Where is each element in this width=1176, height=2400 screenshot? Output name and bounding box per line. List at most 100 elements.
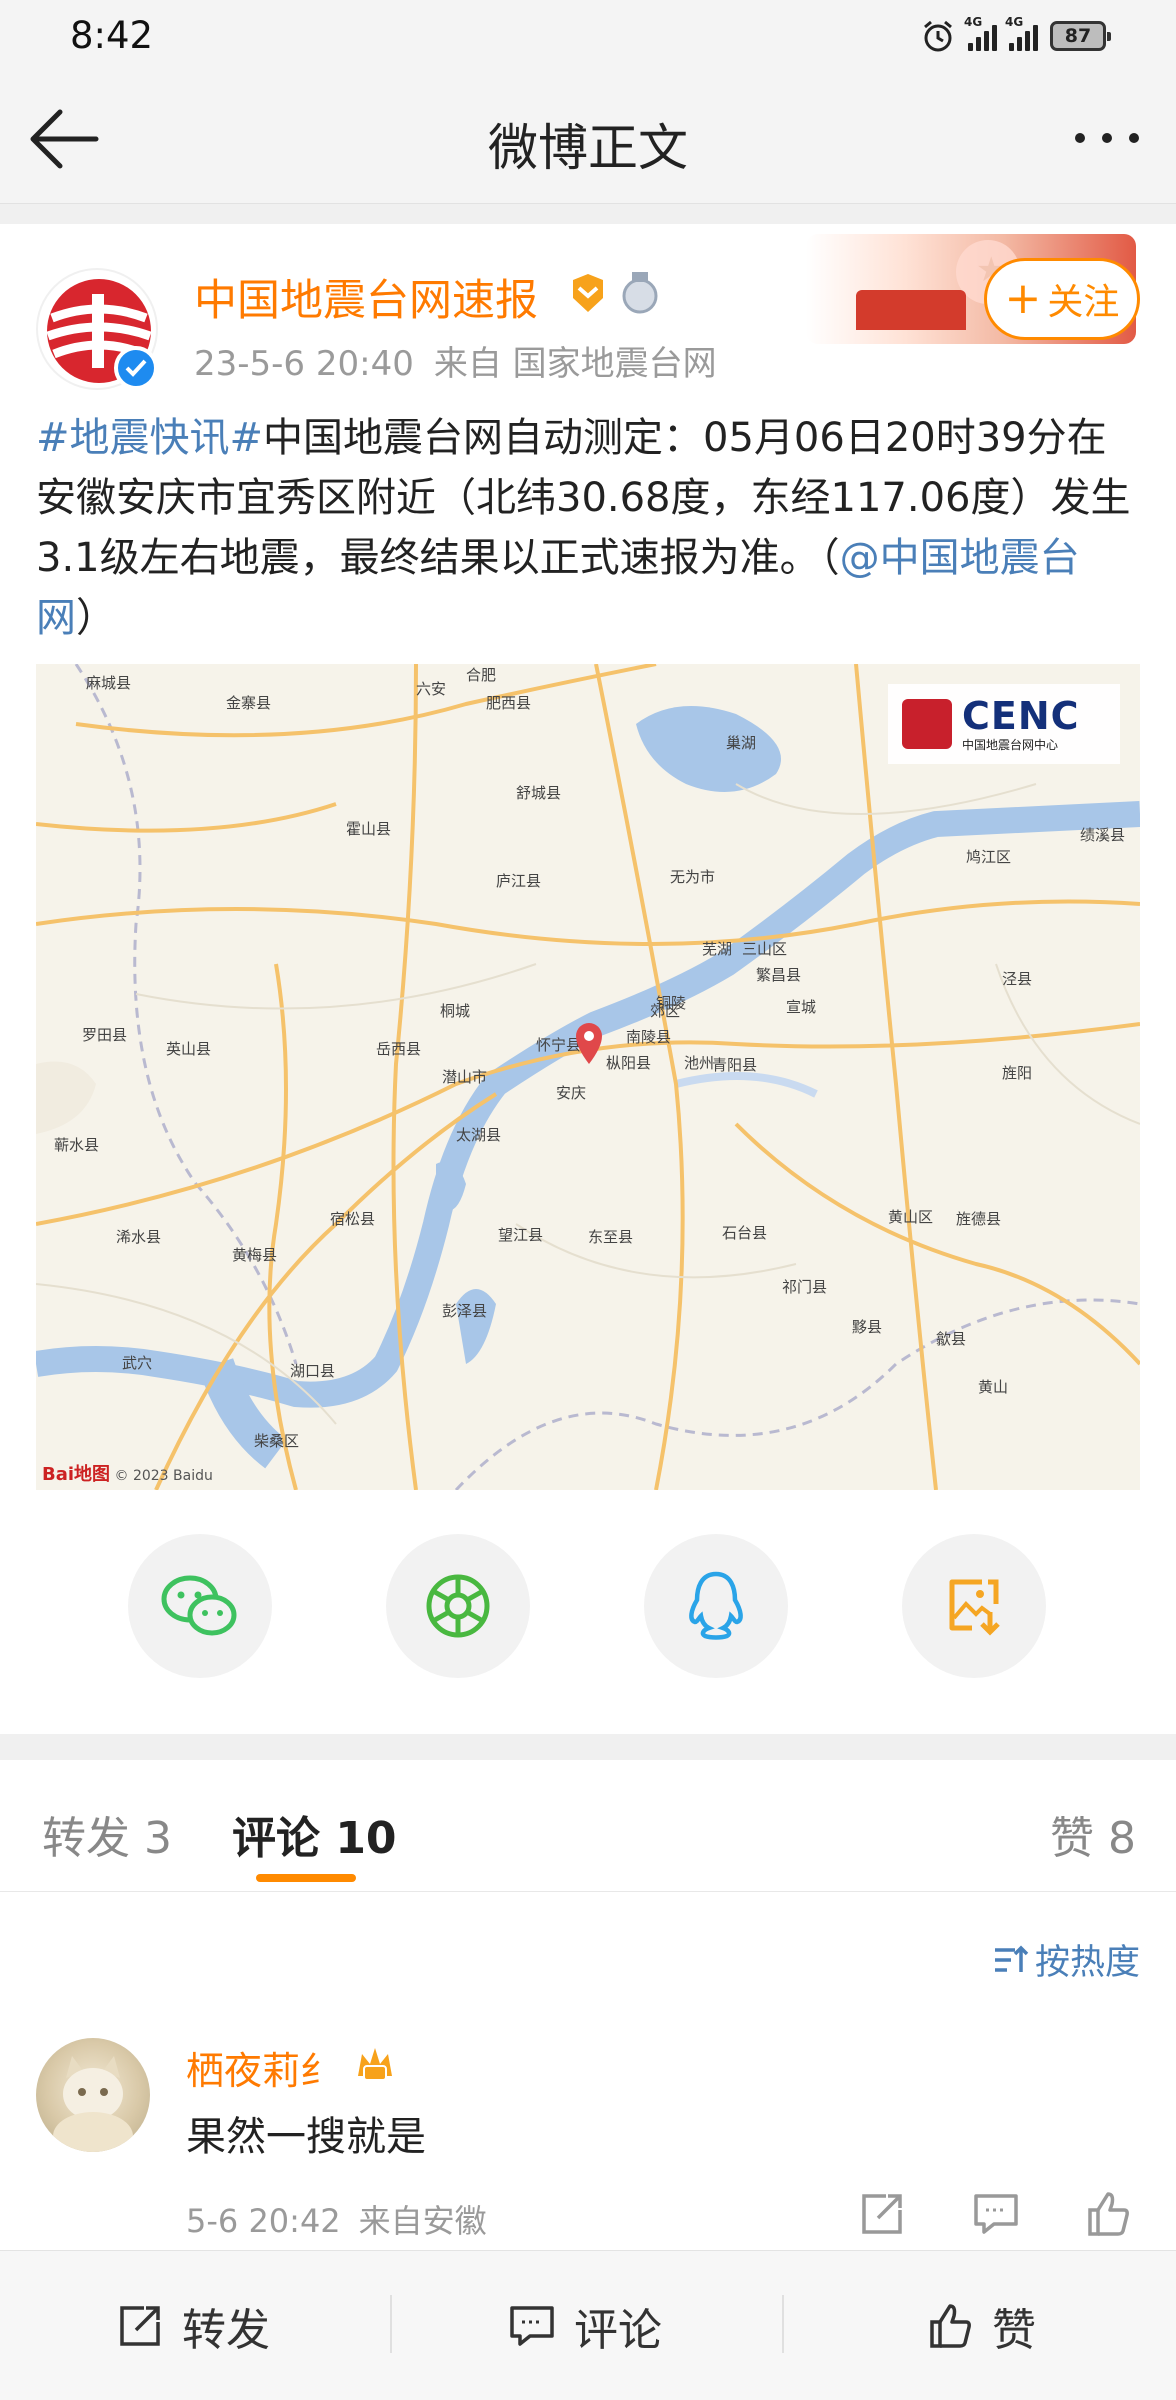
section-divider (0, 1734, 1176, 1760)
map-attribution: Bai地图 © 2023 Baidu (42, 1460, 213, 1486)
follow-button[interactable]: + 关注 (984, 258, 1140, 340)
map-place-label: 望江县 (498, 1226, 543, 1244)
nav-bar: 微博正文 (0, 72, 1176, 204)
post-source: 来自 国家地震台网 (433, 344, 717, 384)
map-canvas: 合肥 麻城县金寨县 六安肥西县舒城县霍山县 巢湖庐江县 无为市芜湖 三山区繁昌县宣城罗田县… (36, 664, 1140, 1490)
map-place-label: 泾县 (1002, 970, 1032, 988)
like-button[interactable]: 赞 (924, 2251, 1036, 2400)
map-place-label: 湖口县 (290, 1362, 335, 1380)
share-moments-button[interactable] (386, 1534, 530, 1678)
tab-repost[interactable]: 转发 3 (42, 1802, 172, 1866)
status-icons: 4G 4G 87 (920, 15, 1111, 54)
map-place-label: 浠水县 (116, 1228, 161, 1246)
map-place-label: 旌德县 (956, 1210, 1001, 1228)
map-place-label: 芜湖 (702, 940, 732, 958)
map-place-label: 潜山市 (442, 1068, 487, 1086)
page-title: 微博正文 (488, 119, 688, 177)
map-place-label: 黄梅县 (232, 1246, 277, 1264)
map-place-label: 罗田县 (82, 1026, 127, 1044)
comment-like-icon[interactable] (1082, 2188, 1134, 2240)
map-place-label: 岳西县 (376, 1040, 421, 1058)
map-place-label: 金寨县 (226, 694, 271, 712)
map-place-label: 宿松县 (330, 1210, 375, 1228)
comment-button[interactable]: 评论 (506, 2251, 662, 2400)
comment-time: 5-6 20:42 (186, 2202, 341, 2240)
map-place-label: 无为市 (670, 868, 715, 886)
cenc-logo-text: CENC (962, 693, 1080, 738)
map-place-label: 蕲水县 (54, 1136, 99, 1154)
map-place-label: 舒城县 (516, 784, 561, 802)
map-place-label: 霍山县 (346, 820, 391, 838)
map-place-label: 繁昌县 (756, 966, 801, 984)
map-place-label: 六安 (416, 680, 446, 698)
map-place-label: 歙县 (936, 1330, 966, 1348)
map-place-label: 肥西县 (486, 694, 531, 712)
save-image-button[interactable] (902, 1534, 1046, 1678)
like-label: 赞 (992, 2305, 1036, 2356)
map-place-label: 黄山区 (888, 1208, 933, 1226)
share-qq-button[interactable] (644, 1534, 788, 1678)
map-place-label: 旌阳 (1002, 1064, 1032, 1082)
comment-icon (510, 2306, 554, 2346)
map-place-label: 宣城 (786, 998, 816, 1016)
sort-icon (994, 1945, 1029, 1972)
qq-icon (689, 1571, 743, 1640)
map-place-label: 桐城 (440, 1002, 470, 1020)
bottom-action-bar: 转发 评论 赞 (0, 2250, 1176, 2400)
comment-user-name[interactable]: 栖夜莉纟 (186, 2040, 338, 2095)
follow-label: 关注 (1047, 282, 1120, 323)
sort-button[interactable]: 按热度 (993, 1934, 1140, 1985)
tab-comment[interactable]: 评论 10 (232, 1802, 397, 1866)
vip-badge-icon (573, 274, 603, 312)
map-image[interactable]: 合肥 麻城县 金寨县 六安 肥西县 舒城县 霍山县 巢湖 庐江县 无为市 芜湖 三山区 繁昌县 宣城 罗田县… (36, 664, 1140, 1490)
map-place-label: 黟县 (852, 1318, 882, 1336)
comment-location: 来自安徽 (358, 2202, 487, 2240)
share-row (0, 1534, 1176, 1682)
comment-share-icon[interactable] (856, 2188, 908, 2240)
interaction-tabs: 转发 3 评论 10 赞 8 (0, 1760, 1176, 1892)
more-dots-icon[interactable] (1072, 126, 1142, 150)
map-place-label: 柴桑区 (254, 1432, 299, 1450)
map-place-label: 庐江县 (496, 872, 541, 890)
map-place-label: 南陵县 (626, 1028, 671, 1046)
section-divider (0, 204, 1176, 224)
active-tab-indicator (256, 1874, 356, 1882)
post-body: #地震快讯#中国地震台网自动测定：05月06日20时39分在安徽安庆市宜秀区附近… (36, 408, 1146, 648)
tab-like[interactable]: 赞 8 (1050, 1802, 1136, 1866)
moments-icon (426, 1574, 490, 1638)
map-place-label: 安庆 (556, 1084, 586, 1102)
comment-text: 果然一搜就是 (186, 2114, 426, 2160)
map-place-label: 祁门县 (782, 1278, 827, 1296)
map-place-label: 黄山 (978, 1378, 1008, 1396)
map-place-label: 青阳县 (712, 1056, 757, 1074)
share-wechat-button[interactable] (128, 1534, 272, 1678)
post-time: 23-5-6 20:40 (194, 344, 414, 384)
map-place-label: 麻城县 (86, 674, 131, 692)
like-icon (930, 2304, 971, 2348)
status-bar: 8:42 4G 4G 87 (0, 0, 1176, 72)
map-place-label: 太湖县 (456, 1126, 501, 1144)
hashtag-link[interactable]: #地震快讯# (36, 415, 263, 461)
map-pin-icon (576, 1023, 602, 1064)
map-place-label: 三山区 (742, 940, 787, 958)
map-place-label: 枞阳县 (606, 1054, 651, 1072)
comment-label: 评论 (574, 2305, 662, 2356)
comment-reply-icon[interactable] (970, 2188, 1022, 2240)
alarm-icon (924, 20, 952, 52)
battery-icon: 87 (1050, 21, 1111, 51)
map-copyright: © 2023 Baidu (114, 1468, 213, 1484)
repost-button[interactable]: 转发 (114, 2251, 270, 2400)
map-place-label: 彭泽县 (442, 1302, 487, 1320)
plus-icon: + (1004, 273, 1042, 324)
map-place-label: 巢湖 (726, 734, 756, 752)
author-name[interactable]: 中国地震台网速报 (194, 266, 538, 328)
map-place-label: 怀宁县 (536, 1036, 581, 1054)
map-place-label: 池州 (684, 1054, 714, 1072)
post-meta: 23-5-6 20:40 来自 国家地震台网 (194, 336, 717, 385)
baidu-brand: Bai地图 (42, 1464, 111, 1485)
cenc-logo-subtext: 中国地震台网中心 (962, 737, 1059, 752)
map-place-label: 鸠江区 (966, 848, 1011, 866)
comment-avatar[interactable] (36, 2038, 150, 2152)
bottom-divider (390, 2295, 392, 2353)
cenc-logo: CENC 中国地震台网中心 (888, 684, 1120, 764)
